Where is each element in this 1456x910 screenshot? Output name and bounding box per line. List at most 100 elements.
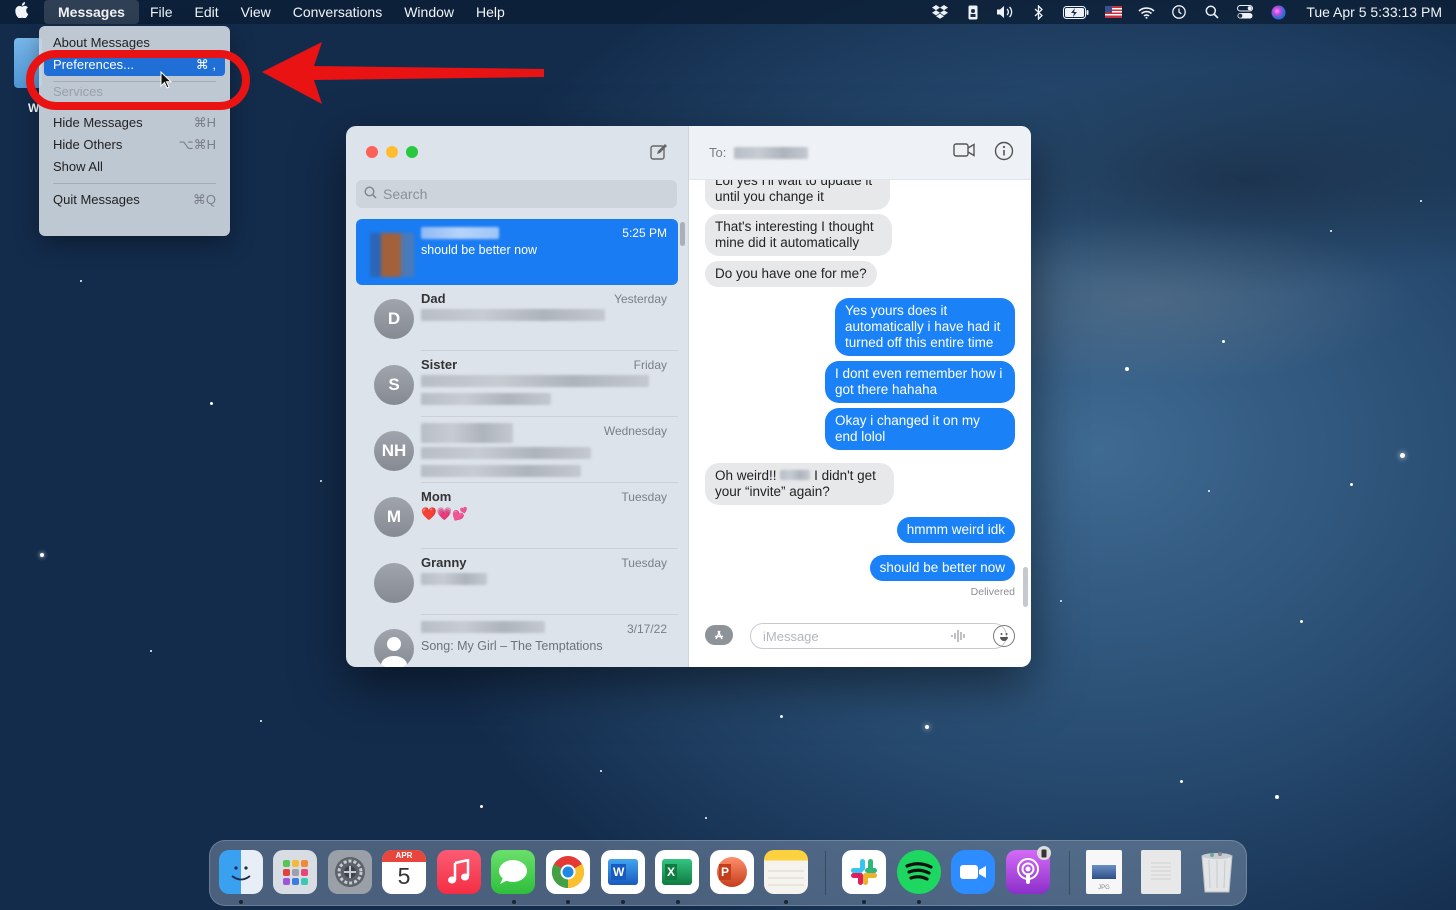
conversation-item[interactable]: 5:25 PM should be better now (356, 219, 678, 285)
bluetooth-icon[interactable] (1030, 4, 1048, 20)
to-label: To: (709, 145, 727, 160)
word-letter: W (611, 864, 627, 880)
contact-name: Sister (421, 357, 458, 372)
video-call-icon[interactable] (953, 142, 975, 163)
phone-badge-icon (1037, 846, 1051, 860)
dock-spotify-icon[interactable] (897, 850, 941, 894)
contact-name-redacted (421, 621, 545, 636)
dock-separator (825, 851, 826, 895)
dock-music-icon[interactable] (437, 850, 481, 894)
message-bubble-sent: hmmm weird idk (896, 517, 1015, 543)
wifi-icon[interactable] (1137, 4, 1155, 20)
powerpoint-letter: P (719, 864, 732, 880)
time-machine-icon[interactable] (1170, 4, 1188, 20)
dropbox-icon[interactable] (931, 4, 949, 20)
delivery-status: Delivered (970, 586, 1015, 598)
menu-item-hide-messages[interactable]: Hide Messages ⌘H (39, 112, 230, 134)
siri-icon[interactable] (1269, 4, 1287, 20)
excel-letter: X (665, 864, 678, 880)
menu-view[interactable]: View (230, 0, 282, 24)
flag-us-icon[interactable] (1104, 4, 1122, 20)
menu-help[interactable]: Help (465, 0, 516, 24)
annotation-arrow-icon (262, 42, 544, 104)
contact-name-redacted (421, 227, 499, 242)
dock-jpg-file-icon[interactable]: JPG (1086, 850, 1122, 894)
conversation-time: Wednesday (603, 424, 667, 438)
menu-item-show-all[interactable]: Show All (39, 156, 230, 178)
sidebar-scrollbar[interactable] (680, 222, 685, 246)
dock-word-icon[interactable]: W (601, 850, 645, 894)
dock-launchpad-icon[interactable] (273, 850, 317, 894)
menu-edit[interactable]: Edit (184, 0, 230, 24)
spotlight-search-icon[interactable] (1203, 4, 1221, 20)
message-composer (689, 613, 1031, 667)
dock-powerpoint-icon[interactable]: P (710, 850, 754, 894)
chat-scrollbar[interactable] (1023, 567, 1028, 607)
conversation-item[interactable]: S Sister Friday (356, 351, 678, 417)
audio-message-icon[interactable] (951, 629, 967, 646)
search-field[interactable] (356, 180, 677, 208)
running-indicator (784, 900, 788, 904)
dock-excel-icon[interactable]: X (655, 850, 699, 894)
message-bubble-sent: Yes yours does it automatically i have h… (835, 298, 1015, 356)
conversation-item[interactable]: NH Wednesday (356, 417, 678, 483)
menu-item-hide-others[interactable]: Hide Others ⌥⌘H (39, 134, 230, 156)
dock-system-preferences-icon[interactable] (328, 850, 372, 894)
clock[interactable]: Tue Apr 5 5:33:13 PM (1306, 4, 1442, 20)
dock-slack-icon[interactable] (842, 850, 886, 894)
volume-icon[interactable] (997, 4, 1015, 20)
imessage-input[interactable] (750, 623, 1007, 649)
apple-icon[interactable] (0, 1, 44, 23)
app-store-icon[interactable] (705, 625, 733, 645)
dock-calendar-icon[interactable]: APR 5 (382, 850, 426, 894)
menu-item-shortcut: ⌘H (193, 115, 216, 130)
battery-icon[interactable] (1063, 4, 1089, 20)
dock-trash-icon[interactable] (1195, 850, 1239, 894)
menu-conversations[interactable]: Conversations (282, 0, 394, 24)
close-button[interactable] (366, 146, 378, 158)
menu-item-label: Quit Messages (53, 192, 140, 207)
emoji-icon[interactable] (993, 625, 1015, 647)
conversation-time: Tuesday (621, 490, 667, 504)
dock-zoom-icon[interactable] (951, 850, 995, 894)
dock-document-icon[interactable] (1141, 850, 1181, 894)
menu-item-label: Show All (53, 159, 103, 174)
search-input[interactable] (383, 186, 663, 202)
dock-finder-icon[interactable] (219, 850, 263, 894)
dock-notes-icon[interactable] (764, 850, 808, 894)
menu-item-quit[interactable]: Quit Messages ⌘Q (39, 189, 230, 211)
menu-item-shortcut: ⌥⌘H (178, 137, 216, 152)
info-icon[interactable] (994, 141, 1014, 166)
zoom-button[interactable] (406, 146, 418, 158)
conversation-preview: should be better now (421, 243, 538, 257)
menu-messages[interactable]: Messages (44, 0, 139, 24)
menu-window[interactable]: Window (393, 0, 465, 24)
phone-icon[interactable] (964, 4, 982, 20)
running-indicator (676, 900, 680, 904)
running-indicator (512, 900, 516, 904)
message-thread: Lol yes I'll wait to update it until you… (689, 180, 1031, 613)
contact-name-redacted (421, 423, 513, 446)
menu-file[interactable]: File (139, 0, 184, 24)
menu-item-label: Hide Messages (53, 115, 143, 130)
conversation-item[interactable]: D Dad Yesterday (356, 285, 678, 351)
recipient-redacted[interactable] (734, 146, 809, 159)
conversation-item[interactable]: 3/17/22 Song: My Girl – The Temptations (356, 615, 678, 667)
conversation-time: 3/17/22 (626, 622, 667, 636)
conversation-item[interactable]: Granny Tuesday (356, 549, 678, 615)
dock-chrome-icon[interactable] (546, 850, 590, 894)
message-bubble-sent: should be better now (869, 555, 1015, 581)
avatar: NH (374, 431, 414, 471)
compose-icon[interactable] (650, 143, 668, 161)
control-center-icon[interactable] (1236, 4, 1254, 20)
minimize-button[interactable] (386, 146, 398, 158)
dock-messages-icon[interactable] (491, 850, 535, 894)
chat-header: To: (689, 126, 1031, 180)
conversation-item[interactable]: M Mom Tuesday ❤️💗💕 (356, 483, 678, 549)
contact-name: Dad (421, 291, 446, 306)
messages-window: 5:25 PM should be better now D Dad Yeste… (346, 126, 1031, 667)
conversation-preview: ❤️💗💕 (421, 507, 468, 521)
avatar-placeholder-icon (374, 629, 414, 667)
avatar-photo (374, 563, 414, 603)
avatar (370, 233, 414, 277)
